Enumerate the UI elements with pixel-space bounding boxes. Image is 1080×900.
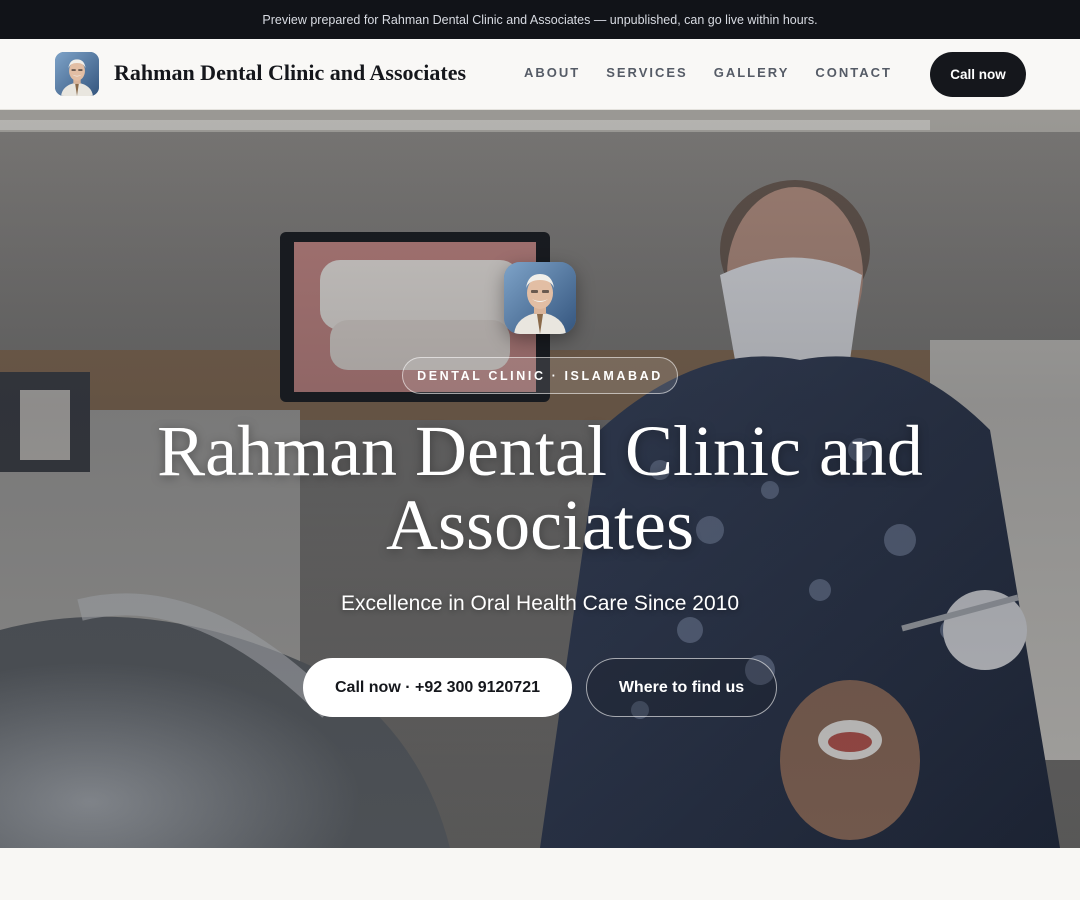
find-us-button[interactable]: Where to find us	[586, 658, 777, 717]
doctor-portrait-icon	[504, 262, 576, 334]
header-call-button[interactable]: Call now	[930, 52, 1026, 97]
hero-title: Rahman Dental Clinic and Associates	[157, 411, 923, 565]
call-now-button[interactable]: Call now · +92 300 9120721	[303, 658, 572, 717]
hero-subtitle: Excellence in Oral Health Care Since 201…	[340, 592, 740, 615]
brand-name[interactable]: Rahman Dental Clinic and Associates	[114, 60, 466, 86]
brand-avatar[interactable]	[55, 52, 99, 96]
nav-link-services[interactable]: SERVICES	[606, 65, 688, 80]
site-header: Rahman Dental Clinic and Associates ABOU…	[0, 39, 1080, 110]
location-badge: DENTAL CLINIC · ISLAMABAD	[402, 357, 678, 394]
nav-link-gallery[interactable]: GALLERY	[714, 65, 790, 80]
nav-link-about[interactable]: ABOUT	[524, 65, 580, 80]
hero-avatar	[504, 262, 576, 334]
hero-section: DENTAL CLINIC · ISLAMABAD Rahman Dental …	[0, 110, 1080, 848]
next-section	[0, 848, 1080, 900]
nav-links: ABOUT SERVICES GALLERY CONTACT	[524, 65, 892, 80]
preview-banner: Preview prepared for Rahman Dental Clini…	[0, 0, 1080, 39]
doctor-portrait-icon	[55, 52, 99, 96]
preview-banner-text: Preview prepared for Rahman Dental Clini…	[262, 12, 818, 27]
nav-link-contact[interactable]: CONTACT	[815, 65, 892, 80]
